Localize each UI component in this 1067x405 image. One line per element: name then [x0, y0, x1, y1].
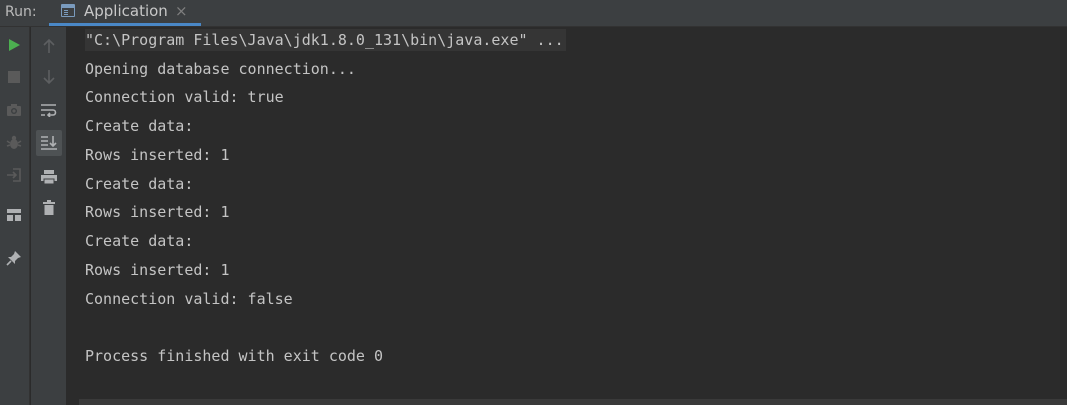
arrow-up-icon[interactable]	[37, 34, 61, 58]
console-line: Create data:	[85, 232, 194, 250]
console-line: Opening database connection...	[85, 60, 356, 78]
arrow-down-icon[interactable]	[37, 65, 61, 89]
trash-icon[interactable]	[37, 196, 61, 220]
console-line: Connection valid: true	[85, 88, 284, 106]
horizontal-scrollbar[interactable]	[67, 398, 1067, 405]
console-line: Create data:	[85, 175, 194, 193]
print-icon[interactable]	[37, 165, 61, 189]
console-line: Create data:	[85, 117, 194, 135]
soft-wrap-icon[interactable]	[37, 98, 61, 122]
rerun-icon[interactable]	[2, 33, 26, 57]
run-toolbar	[0, 27, 30, 405]
console-toolbar	[31, 27, 67, 405]
scroll-to-end-icon[interactable]	[36, 130, 62, 156]
console-line: Rows inserted: 1	[85, 261, 230, 279]
camera-icon[interactable]	[2, 98, 26, 122]
console-line: Rows inserted: 1	[85, 203, 230, 221]
tab-title: Application	[84, 2, 168, 20]
console-line: Rows inserted: 1	[85, 146, 230, 164]
scrollbar-thumb[interactable]	[79, 399, 1067, 405]
console-output[interactable]: "C:\Program Files\Java\jdk1.8.0_131\bin\…	[67, 27, 1067, 398]
application-icon	[61, 4, 75, 17]
tab-application[interactable]: Application ×	[49, 0, 201, 26]
console-line-exit: Process finished with exit code 0	[85, 347, 384, 365]
pin-icon[interactable]	[2, 246, 26, 270]
login-icon[interactable]	[2, 163, 26, 187]
layout-icon[interactable]	[2, 203, 26, 227]
run-label: Run:	[5, 4, 37, 20]
console-line-command: "C:\Program Files\Java\jdk1.8.0_131\bin\…	[85, 29, 566, 51]
debug-icon[interactable]	[2, 131, 26, 155]
run-tool-window-header: Run: Application ×	[0, 0, 1067, 27]
console-line: Connection valid: false	[85, 290, 293, 308]
close-icon[interactable]: ×	[175, 2, 188, 20]
stop-icon[interactable]	[2, 65, 26, 89]
